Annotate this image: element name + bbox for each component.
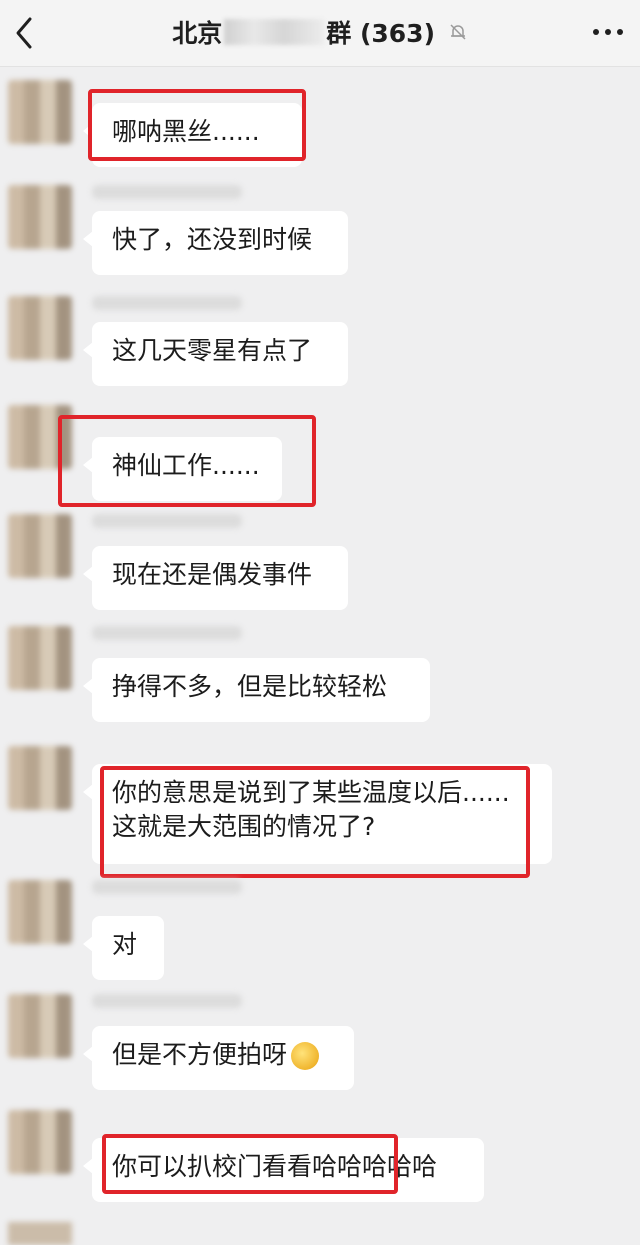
message-text: 哪呐黑丝...... [112, 117, 260, 146]
message-bubble[interactable]: 哪呐黑丝...... [83, 103, 302, 167]
message-text: 快了，还没到时候 [112, 225, 313, 254]
message-bubble[interactable]: 神仙工作...... [83, 437, 282, 501]
avatar[interactable] [8, 296, 72, 360]
avatar[interactable] [8, 185, 72, 249]
avatar[interactable] [8, 626, 72, 690]
redacted-nickname [92, 185, 242, 199]
message-bubble[interactable]: 这几天零星有点了 [83, 322, 348, 386]
avatar[interactable] [8, 1222, 72, 1245]
redacted-nickname [92, 994, 242, 1008]
redacted-nickname [92, 626, 242, 640]
message-bubble[interactable]: 你的意思是说到了某些温度以后...... 这就是大范围的情况了? [83, 764, 552, 864]
message-text: 对 [112, 930, 138, 959]
message-bubble[interactable]: 但是不方便拍呀 [83, 1026, 354, 1090]
redacted-title-blur [224, 19, 325, 45]
message-text: 神仙工作...... [112, 451, 260, 480]
message-bubble[interactable]: 对 [83, 916, 164, 980]
chat-title: 北京 群 (363) [0, 14, 640, 50]
grimace-emoji-icon [291, 1042, 320, 1070]
more-icon [593, 29, 623, 35]
message-text: 挣得不多，但是比较轻松 [112, 672, 388, 701]
message-text: 现在还是偶发事件 [112, 560, 313, 589]
redacted-nickname [92, 880, 242, 894]
chat-title-prefix: 北京 [172, 19, 223, 48]
message-text: 这几天零星有点了 [112, 336, 313, 365]
message-text: 但是不方便拍呀 [112, 1040, 288, 1069]
chat-title-suffix: 群 (363) [326, 19, 436, 48]
redacted-nickname [92, 514, 242, 528]
avatar[interactable] [8, 1110, 72, 1174]
avatar[interactable] [8, 994, 72, 1058]
message-bubble[interactable]: 现在还是偶发事件 [83, 546, 348, 610]
avatar[interactable] [8, 80, 72, 144]
message-bubble[interactable]: 挣得不多，但是比较轻松 [83, 658, 430, 722]
mute-bell-icon [450, 24, 466, 40]
chat-header: 北京 群 (363) [0, 0, 640, 67]
redacted-nickname [92, 296, 242, 310]
message-text-line2: 这就是大范围的情况了? [112, 812, 376, 841]
avatar[interactable] [8, 405, 72, 469]
more-button[interactable] [588, 20, 628, 44]
message-bubble[interactable]: 你可以扒校门看看哈哈哈哈哈 [83, 1138, 484, 1202]
avatar[interactable] [8, 880, 72, 944]
avatar[interactable] [8, 514, 72, 578]
avatar[interactable] [8, 746, 72, 810]
message-text-line1: 你的意思是说到了某些温度以后...... [112, 778, 510, 807]
message-text: 你可以扒校门看看哈哈哈哈哈 [112, 1152, 438, 1181]
message-bubble[interactable]: 快了，还没到时候 [83, 211, 348, 275]
